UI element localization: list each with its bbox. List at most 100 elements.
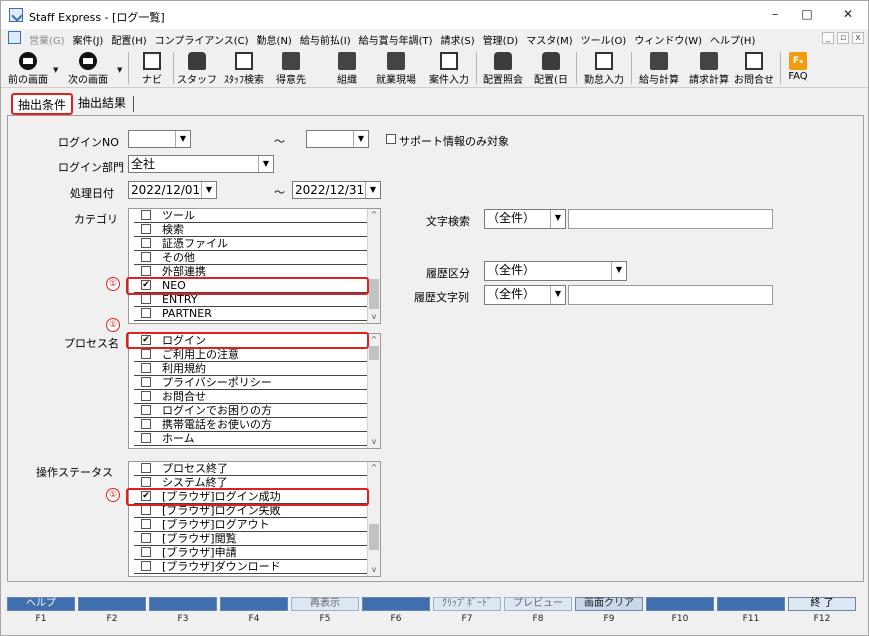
mdi-close-button[interactable]: x bbox=[852, 32, 864, 44]
forward-dropdown-icon[interactable]: ▼ bbox=[117, 66, 122, 74]
status-item[interactable]: [ブラウザ]ログイン失敗 bbox=[129, 504, 380, 518]
site-button[interactable]: 就業現場 bbox=[371, 48, 421, 88]
fkey-f10[interactable]: F10 bbox=[646, 597, 714, 629]
assign-day-button[interactable]: 配置(日 bbox=[529, 48, 573, 88]
support-only-checkbox[interactable] bbox=[386, 134, 396, 144]
fkey-button[interactable] bbox=[362, 597, 430, 611]
text-search-input[interactable] bbox=[568, 209, 773, 229]
category-checkbox[interactable] bbox=[141, 252, 151, 262]
status-listbox[interactable]: プロセス終了 システム終了 ✔ [ブラウザ]ログイン成功 [ブラウザ]ログイン失敗 [ブラ… bbox=[128, 461, 381, 577]
status-checkbox[interactable] bbox=[141, 547, 151, 557]
scroll-thumb[interactable] bbox=[369, 346, 379, 360]
chevron-down-icon[interactable]: v bbox=[368, 311, 380, 323]
process-checkbox[interactable] bbox=[141, 391, 151, 401]
fkey-button[interactable] bbox=[220, 597, 288, 611]
fkey-button[interactable] bbox=[78, 597, 146, 611]
category-item[interactable]: 検索 bbox=[129, 223, 380, 237]
org-button[interactable]: 組織 bbox=[327, 48, 367, 88]
menu-sales[interactable]: 営業(G) bbox=[29, 32, 65, 47]
fkey-button[interactable]: 画面クリア bbox=[575, 597, 643, 611]
fkey-f1[interactable]: ヘルプ F1 bbox=[7, 597, 75, 629]
menu-compliance[interactable]: コンプライアンス(C) bbox=[155, 32, 249, 47]
back-button[interactable]: 前の画面 bbox=[5, 48, 51, 88]
fkey-f2[interactable]: F2 bbox=[78, 597, 146, 629]
process-item[interactable]: ログインでお困りの方 bbox=[129, 404, 380, 418]
fkey-f7[interactable]: ｸﾘｯﾌﾟﾎﾞｰﾄﾞ F7 bbox=[433, 597, 501, 629]
status-item[interactable]: [ブラウザ]ログアウト bbox=[129, 518, 380, 532]
mdi-restore-button[interactable]: ▫ bbox=[837, 32, 849, 44]
status-item[interactable]: プロセス終了 bbox=[129, 462, 380, 476]
fkey-button[interactable]: 終 了 bbox=[788, 597, 856, 611]
menu-admin[interactable]: 管理(D) bbox=[483, 32, 519, 47]
category-checkbox[interactable] bbox=[141, 308, 151, 318]
history-text-input[interactable] bbox=[568, 285, 773, 305]
status-item[interactable]: [ブラウザ]閲覧 bbox=[129, 532, 380, 546]
menu-window[interactable]: ウィンドウ(W) bbox=[634, 32, 702, 47]
fkey-f11[interactable]: F11 bbox=[717, 597, 785, 629]
staff-search-button[interactable]: ｽﾀｯﾌ検索 bbox=[219, 48, 269, 88]
process-checkbox[interactable] bbox=[141, 349, 151, 359]
tab-conditions[interactable]: 抽出条件 bbox=[11, 93, 74, 115]
menu-tools[interactable]: ツール(O) bbox=[581, 32, 627, 47]
process-item[interactable]: プライバシーポリシー bbox=[129, 376, 380, 390]
date-to-select[interactable]: 2022/12/31 ▼ bbox=[292, 181, 381, 199]
fkey-button[interactable] bbox=[717, 597, 785, 611]
status-checkbox[interactable] bbox=[141, 561, 151, 571]
vertical-scrollbar[interactable]: ^ v bbox=[367, 462, 380, 576]
fkey-button[interactable]: ヘルプ bbox=[7, 597, 75, 611]
dept-select[interactable]: 全社 ▼ bbox=[128, 155, 274, 173]
process-checkbox[interactable] bbox=[141, 405, 151, 415]
process-item[interactable]: 利用規約 bbox=[129, 362, 380, 376]
login-no-from-select[interactable]: ▼ bbox=[128, 130, 191, 148]
fkey-f3[interactable]: F3 bbox=[149, 597, 217, 629]
category-item[interactable]: PARTNER bbox=[129, 307, 380, 321]
chevron-up-icon[interactable]: ^ bbox=[368, 209, 380, 221]
maximize-button[interactable]: □ bbox=[797, 5, 817, 23]
menu-prepay[interactable]: 給与前払(I) bbox=[300, 32, 351, 47]
fkey-button[interactable] bbox=[646, 597, 714, 611]
category-checkbox[interactable] bbox=[141, 238, 151, 248]
status-checkbox[interactable] bbox=[141, 463, 151, 473]
login-no-to-select[interactable]: ▼ bbox=[306, 130, 369, 148]
scroll-thumb[interactable] bbox=[369, 524, 379, 550]
category-checkbox[interactable] bbox=[141, 224, 151, 234]
vertical-scrollbar[interactable]: ^ v bbox=[367, 334, 380, 448]
tab-results[interactable]: 抽出結果 bbox=[73, 93, 131, 115]
assign-ref-button[interactable]: 配置照会 bbox=[479, 48, 527, 88]
billing-button[interactable]: 請求計算 bbox=[684, 48, 734, 88]
menu-master[interactable]: マスタ(M) bbox=[526, 32, 572, 47]
menu-jobs[interactable]: 案件(J) bbox=[73, 32, 104, 47]
fkey-f9[interactable]: 画面クリア F9 bbox=[575, 597, 643, 629]
category-item[interactable]: ツール bbox=[129, 209, 380, 223]
payroll-button[interactable]: 給与計算 bbox=[634, 48, 684, 88]
category-item[interactable]: その他 bbox=[129, 251, 380, 265]
category-listbox[interactable]: ツール 検索 証憑ファイル その他 外部連携 ✔ NEO ENTRY PARTNER ^ v bbox=[128, 208, 381, 324]
history-type-select[interactable]: （全件） ▼ bbox=[484, 261, 627, 281]
process-item[interactable]: お問合せ bbox=[129, 390, 380, 404]
fkey-button[interactable]: 再表示 bbox=[291, 597, 359, 611]
back-dropdown-icon[interactable]: ▼ bbox=[53, 66, 58, 74]
fkey-f8[interactable]: プレビュー F8 bbox=[504, 597, 572, 629]
menu-payroll[interactable]: 給与賞与年調(T) bbox=[359, 32, 433, 47]
scroll-thumb[interactable] bbox=[369, 279, 379, 309]
forward-button[interactable]: 次の画面 bbox=[63, 48, 113, 88]
status-item[interactable]: [ブラウザ]ダウンロード bbox=[129, 560, 380, 574]
job-input-button[interactable]: 案件入力 bbox=[424, 48, 474, 88]
chevron-down-icon[interactable]: v bbox=[368, 436, 380, 448]
inquiry-button[interactable]: お問合せ bbox=[732, 48, 776, 88]
menu-help[interactable]: ヘルプ(H) bbox=[710, 32, 755, 47]
process-checkbox[interactable] bbox=[141, 377, 151, 387]
close-button[interactable]: ✕ bbox=[838, 5, 858, 23]
menu-assign[interactable]: 配置(H) bbox=[111, 32, 146, 47]
category-checkbox[interactable] bbox=[141, 266, 151, 276]
text-search-select[interactable]: （全件） ▼ bbox=[484, 209, 566, 229]
chevron-up-icon[interactable]: ^ bbox=[368, 462, 380, 474]
menu-billing[interactable]: 請求(S) bbox=[441, 32, 475, 47]
category-item[interactable]: 証憑ファイル bbox=[129, 237, 380, 251]
navi-button[interactable]: ナビ bbox=[135, 48, 169, 88]
minimize-button[interactable]: – bbox=[765, 5, 785, 23]
process-item[interactable]: ご利用上の注意 bbox=[129, 348, 380, 362]
status-checkbox[interactable] bbox=[141, 533, 151, 543]
client-button[interactable]: 得意先 bbox=[271, 48, 311, 88]
process-listbox[interactable]: ✔ ログイン ご利用上の注意 利用規約 プライバシーポリシー お問合せ ログインでお困りの方… bbox=[128, 333, 381, 449]
